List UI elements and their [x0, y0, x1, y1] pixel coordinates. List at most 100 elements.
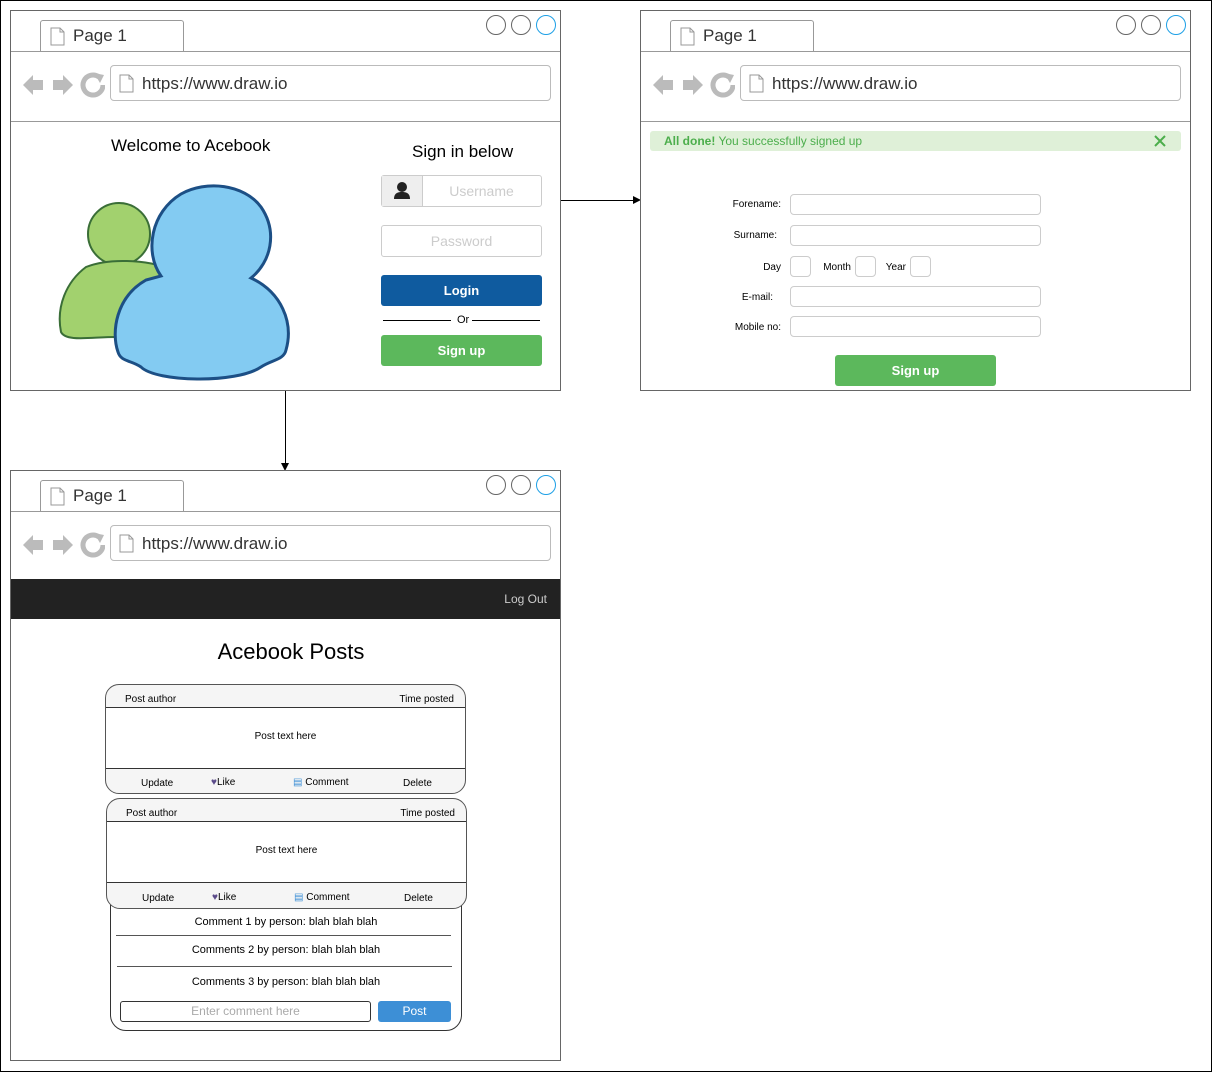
reload-icon[interactable]	[80, 532, 105, 558]
month-label: Month	[823, 262, 851, 273]
email-field[interactable]	[790, 286, 1041, 307]
comment-icon: ▤	[294, 892, 304, 903]
post-body: Post text here	[107, 821, 466, 883]
post-comment-button[interactable]: Post	[378, 1001, 451, 1022]
or-divider-left	[383, 320, 451, 321]
back-arrow-icon[interactable]	[23, 75, 43, 95]
post-text: Post text here	[254, 731, 317, 742]
comments-panel: Comment 1 by person: blah blah blah Comm…	[110, 889, 462, 1031]
welcome-heading: Welcome to Acebook	[111, 136, 271, 155]
window-control-close[interactable]	[536, 15, 556, 35]
mobile-field[interactable]	[790, 316, 1041, 337]
logout-link[interactable]: Log Out	[504, 592, 547, 606]
tab-label: Page 1	[703, 26, 757, 45]
signup-submit-button[interactable]: Sign up	[835, 355, 996, 386]
address-bar[interactable]: https://www.draw.io	[110, 65, 551, 101]
username-placeholder: Username	[449, 183, 514, 199]
browser-nav: https://www.draw.io	[641, 51, 1190, 122]
page-icon	[119, 534, 134, 553]
surname-field[interactable]	[790, 225, 1041, 246]
sign-in-title: Sign in below	[412, 142, 514, 161]
day-label: Day	[763, 262, 781, 273]
post-card: Post author Time posted Post text here U…	[106, 798, 467, 909]
comment-item: Comments 2 by person: blah blah blah	[191, 944, 381, 956]
posts-title: Acebook Posts	[217, 639, 365, 664]
alert-strong: All done!	[664, 134, 716, 148]
username-field[interactable]: Username	[381, 175, 542, 207]
page-icon	[749, 74, 764, 93]
tab-bar: Page 1	[11, 471, 560, 512]
window-control-close[interactable]	[1166, 15, 1186, 35]
close-icon[interactable]	[1154, 135, 1166, 147]
tab-bar: Page 1	[11, 11, 560, 52]
window-control-minimize[interactable]	[486, 475, 506, 495]
login-content: Welcome to Acebook Sign in below Usernam…	[11, 122, 560, 390]
signup-window: Page 1 https://www.draw.io All done! You…	[640, 10, 1191, 391]
tab-bar: Page 1	[641, 11, 1190, 52]
comment-label: Comment	[305, 777, 349, 788]
login-window: Page 1 https://www.draw.io Welcome to Ac…	[10, 10, 561, 391]
like-button[interactable]: ♥Like	[211, 777, 235, 788]
tab-label: Page 1	[73, 26, 127, 45]
forward-arrow-icon[interactable]	[683, 75, 703, 95]
browser-tab[interactable]: Page 1	[670, 20, 814, 51]
post-text: Post text here	[255, 845, 318, 856]
comment-placeholder: Enter comment here	[191, 1004, 300, 1018]
comment-item: Comments 3 by person: blah blah blah	[191, 976, 381, 988]
url-text: https://www.draw.io	[142, 534, 288, 553]
browser-tab[interactable]: Page 1	[40, 480, 184, 511]
navigation-icons	[653, 72, 735, 98]
comment-button[interactable]: ▤ Comment	[294, 892, 350, 903]
alert-message: You successfully signed up	[715, 134, 863, 148]
password-field[interactable]: Password	[381, 225, 542, 257]
back-arrow-icon[interactable]	[23, 535, 43, 555]
delete-button[interactable]: Delete	[404, 893, 433, 904]
window-control-maximize[interactable]	[1141, 15, 1161, 35]
page-icon	[119, 74, 134, 93]
post-author: Post author	[126, 808, 178, 819]
comment-button[interactable]: ▤ Comment	[293, 777, 349, 788]
password-placeholder: Password	[430, 233, 493, 249]
browser-tab[interactable]: Page 1	[40, 20, 184, 51]
window-control-maximize[interactable]	[511, 15, 531, 35]
comment-icon: ▤	[293, 777, 303, 788]
like-label: Like	[216, 777, 236, 788]
signup-content: All done! You successfully signed up For…	[641, 122, 1190, 390]
post-body: Post text here	[106, 707, 465, 769]
back-arrow-icon[interactable]	[653, 75, 673, 95]
update-button[interactable]: Update	[142, 893, 174, 904]
address-bar[interactable]: https://www.draw.io	[740, 65, 1181, 101]
page-icon	[680, 27, 695, 46]
browser-nav: https://www.draw.io	[11, 511, 560, 581]
comment-divider	[117, 966, 452, 967]
forward-arrow-icon[interactable]	[53, 535, 73, 555]
update-button[interactable]: Update	[141, 778, 173, 789]
user-icon	[382, 176, 423, 206]
posts-window: Page 1 https://www.draw.io Log Out Acebo…	[10, 470, 561, 1061]
comment-label: Comment	[306, 892, 350, 903]
delete-button[interactable]: Delete	[403, 778, 432, 789]
address-bar[interactable]: https://www.draw.io	[110, 525, 551, 561]
success-alert: All done! You successfully signed up	[650, 131, 1181, 151]
like-button[interactable]: ♥Like	[212, 892, 236, 903]
window-control-close[interactable]	[536, 475, 556, 495]
day-field[interactable]	[790, 256, 811, 277]
window-control-minimize[interactable]	[486, 15, 506, 35]
window-control-maximize[interactable]	[511, 475, 531, 495]
comment-input[interactable]: Enter comment here	[120, 1001, 371, 1022]
year-field[interactable]	[910, 256, 931, 277]
window-control-minimize[interactable]	[1116, 15, 1136, 35]
forename-field[interactable]	[790, 194, 1041, 215]
page-icon	[50, 487, 65, 506]
url-text: https://www.draw.io	[772, 74, 918, 93]
app-header: Log Out	[11, 579, 560, 619]
url-text: https://www.draw.io	[142, 74, 288, 93]
signup-button[interactable]: Sign up	[381, 335, 542, 366]
login-button[interactable]: Login	[381, 275, 542, 306]
navigation-icons	[23, 72, 105, 98]
arrow-to-signup	[561, 200, 633, 201]
reload-icon[interactable]	[710, 72, 735, 98]
forward-arrow-icon[interactable]	[53, 75, 73, 95]
reload-icon[interactable]	[80, 72, 105, 98]
or-label: Or	[457, 314, 470, 326]
